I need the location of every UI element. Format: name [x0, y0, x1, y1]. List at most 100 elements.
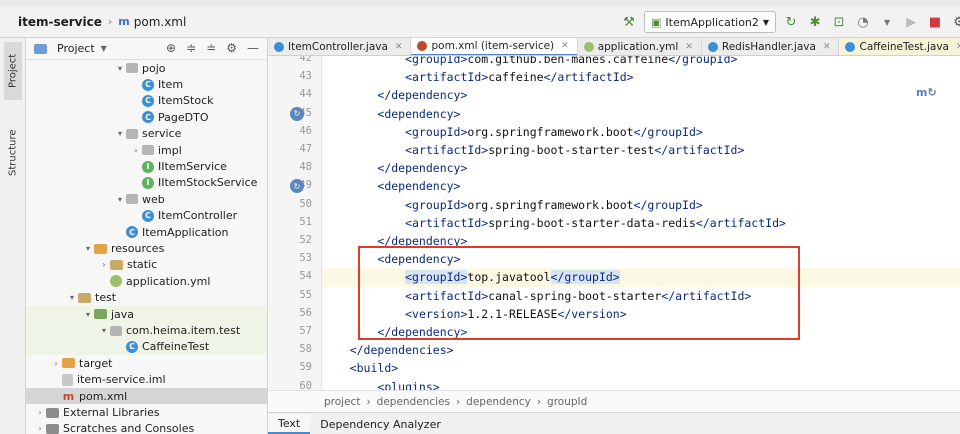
close-icon[interactable]: ✕	[956, 42, 960, 52]
close-icon[interactable]: ✕	[685, 42, 693, 52]
nav-project[interactable]: item-service	[18, 15, 102, 29]
code-editor[interactable]: <groupId>com.github.ben-manes.caffeine</…	[322, 56, 960, 390]
tree-expand-icon[interactable]: ›	[34, 408, 46, 417]
line-number: 56	[299, 306, 312, 319]
tree-item[interactable]: ▾ resources	[26, 240, 267, 256]
close-icon[interactable]: ✕	[823, 42, 831, 52]
tree-item[interactable]: C ItemStock	[26, 93, 267, 109]
run-config-select[interactable]: ▣ ItemApplication2 ▼	[644, 11, 777, 33]
tree-item[interactable]: I IItemStockService	[26, 175, 267, 191]
tree-item[interactable]: C CaffeineTest	[26, 338, 267, 356]
debug-icon[interactable]: ✱	[806, 13, 824, 31]
tree-item[interactable]: › External Libraries	[26, 404, 267, 420]
tree-item[interactable]: ▾ com.heima.item.test	[26, 322, 267, 339]
tree-item[interactable]: ▾ test	[26, 290, 267, 306]
tab-text[interactable]: Text	[268, 414, 311, 434]
tree-item[interactable]: ▾ java	[26, 306, 267, 323]
tree-item[interactable]: I IItemService	[26, 158, 267, 174]
build-hammer-icon[interactable]: ⚒	[620, 13, 638, 31]
gear-icon[interactable]: ⚙	[226, 41, 237, 55]
settings-icon[interactable]: ⚙	[950, 13, 960, 31]
maven-gutter-icon[interactable]: ↻	[290, 106, 304, 121]
breadcrumb-item[interactable]: dependencies	[377, 396, 450, 408]
more-run-icon[interactable]: ▼	[878, 13, 896, 31]
coverage-icon[interactable]: ⊡	[830, 13, 848, 31]
hide-icon[interactable]: —	[247, 41, 259, 55]
tree-expand-icon[interactable]: ▾	[82, 310, 94, 319]
tree-item[interactable]: C ItemApplication	[26, 224, 267, 240]
class-icon: C	[126, 226, 138, 239]
collapse-all-icon[interactable]: ≐	[206, 41, 216, 55]
expand-all-icon[interactable]: ≑	[186, 41, 196, 55]
tree-item[interactable]: C PageDTO	[26, 109, 267, 125]
tree-expand-icon[interactable]: ›	[50, 359, 62, 368]
editor-tab[interactable]: RedisHandler.java ✕	[702, 38, 840, 55]
breadcrumb-separator-icon: ›	[455, 395, 461, 408]
tree-expand-icon[interactable]: ›	[130, 146, 142, 155]
tree-expand-icon[interactable]: ▾	[114, 195, 126, 204]
run-disabled-icon[interactable]: ▶	[902, 13, 920, 31]
tree-item[interactable]: application.yml	[26, 273, 267, 289]
editor-breadcrumb: project › dependencies › dependency › gr…	[268, 390, 960, 412]
tree-expand-icon[interactable]: ▾	[114, 129, 126, 138]
tree-item-label: target	[79, 356, 113, 370]
breadcrumb-item[interactable]: groupId	[547, 396, 587, 408]
xml-value: caffeine	[488, 70, 544, 85]
tree-item[interactable]: C Item	[26, 76, 267, 92]
project-panel: Project ▼ ⊕ ≑ ≐ ⚙ — ▾ pojo C Item C ItemStock…	[26, 38, 268, 434]
tree-item-label: CaffeineTest	[142, 340, 210, 354]
interface-icon: I	[142, 160, 154, 173]
tree-item[interactable]: m pom.xml	[26, 388, 267, 405]
locate-icon[interactable]: ⊕	[166, 41, 176, 55]
project-panel-title[interactable]: Project	[57, 42, 95, 55]
tree-item[interactable]: › Scratches and Consoles	[26, 421, 267, 434]
code-line: <groupId>org.springframework.boot</group…	[322, 196, 960, 214]
tree-expand-icon[interactable]: ›	[34, 424, 46, 433]
maven-reload-icon[interactable]: m↻	[916, 86, 937, 99]
stop-icon[interactable]: ■	[926, 13, 944, 31]
tree-item[interactable]: ▾ service	[26, 126, 267, 142]
folder-icon	[94, 243, 107, 254]
chevron-down-icon[interactable]: ▼	[101, 44, 107, 53]
editor-tab[interactable]: pom.xml (item-service) ✕	[411, 38, 578, 55]
run-config-label: ItemApplication2	[665, 15, 759, 29]
tree-item[interactable]: ▾ pojo	[26, 60, 267, 76]
tree-item[interactable]: › target	[26, 355, 267, 371]
line-number: 47	[299, 143, 312, 155]
tree-item[interactable]: C ItemController	[26, 208, 267, 224]
breadcrumb-item[interactable]: dependency	[466, 396, 531, 408]
editor-tab-label: CaffeineTest.java	[859, 41, 949, 53]
xml-value: canal-spring-boot-starter	[488, 288, 662, 303]
class-icon: C	[142, 78, 154, 91]
nav-file[interactable]: pom.xml	[134, 15, 187, 29]
tree-expand-icon[interactable]: ▾	[66, 293, 78, 302]
tab-dependency-analyzer[interactable]: Dependency Analyzer	[310, 414, 451, 434]
profile-icon[interactable]: ◔	[854, 13, 872, 31]
tree-expand-icon[interactable]: ▾	[82, 244, 94, 253]
xml-open-tag: <dependency>	[377, 106, 461, 121]
project-tool-tab[interactable]: Project	[4, 42, 22, 100]
xml-open-tag: <groupId>	[405, 56, 468, 66]
xml-open-tag: <build>	[349, 361, 399, 376]
tree-expand-icon[interactable]: ▾	[114, 64, 126, 73]
editor-tab[interactable]: CaffeineTest.java ✕	[839, 38, 960, 55]
editor-tab[interactable]: ItemController.java ✕	[268, 38, 412, 55]
tree-item[interactable]: › impl	[26, 142, 267, 158]
tree-item-label: service	[142, 127, 182, 141]
tree-expand-icon[interactable]: ›	[98, 260, 110, 269]
tree-expand-icon[interactable]: ▾	[98, 326, 110, 335]
close-icon[interactable]: ✕	[395, 42, 403, 52]
editor-tab[interactable]: application.yml ✕	[578, 38, 702, 55]
tree-item[interactable]: › static	[26, 257, 267, 273]
tree-item[interactable]: item-service.iml	[26, 372, 267, 388]
tree-item[interactable]: ▾ web	[26, 191, 267, 207]
interface-icon: I	[142, 176, 154, 189]
structure-tool-tab[interactable]: Structure	[4, 118, 22, 188]
line-number: 51	[299, 215, 312, 228]
run-icon[interactable]: ↻	[782, 13, 800, 31]
package-icon	[110, 325, 122, 336]
class-icon: C	[142, 94, 154, 107]
close-icon[interactable]: ✕	[561, 41, 569, 51]
breadcrumb-item[interactable]: project	[324, 396, 360, 408]
code-line: <groupId>top.javatool</groupId>	[322, 268, 960, 287]
